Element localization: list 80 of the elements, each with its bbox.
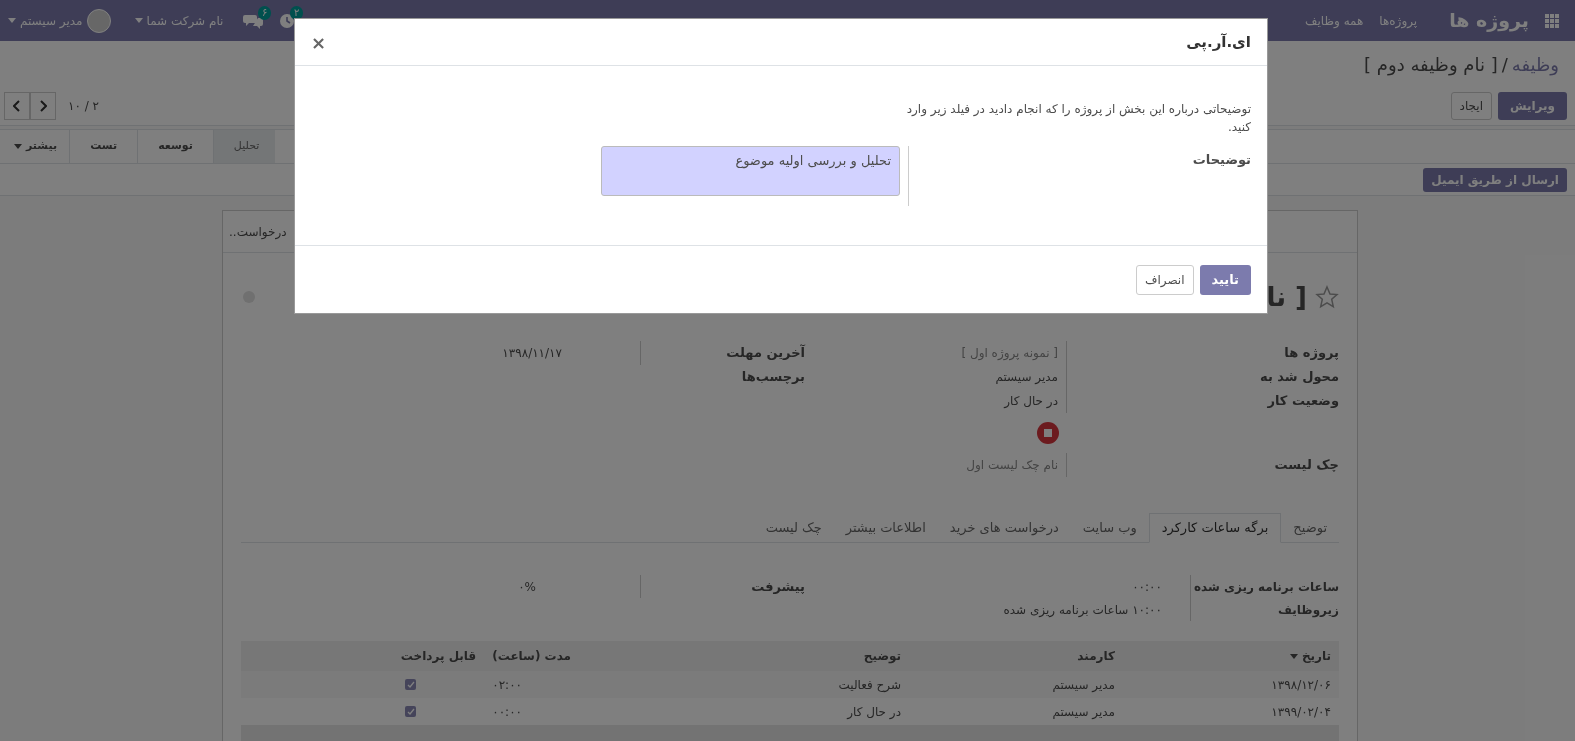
field-link[interactable]: [ نمونه پروژه اول ]	[961, 344, 1058, 362]
menu-link[interactable]: همه وظایف	[1297, 11, 1372, 30]
avatar-icon	[86, 8, 111, 33]
column-header[interactable]: کارمند	[909, 641, 1123, 671]
column-header[interactable]: توضیح	[579, 641, 909, 671]
tab[interactable]: برگه ساعات کارکرد	[1148, 513, 1282, 543]
apps-menu-icon[interactable]	[1545, 13, 1559, 28]
chevron-right-icon	[39, 100, 47, 112]
table-cell: ۱۳۹۸/۱۲/۰۶	[1123, 671, 1339, 698]
stage-button[interactable]: توسعه	[137, 130, 213, 163]
dialog-message: توضیحاتی درباره این بخش از پروژه را که انجام دادید در فیلد زیر وارد کنید.	[905, 101, 1251, 136]
field-label: پروژه ها	[1283, 344, 1339, 363]
task-title: [ نا	[1266, 280, 1307, 314]
stop-icon[interactable]	[1037, 422, 1059, 444]
confirm-button[interactable]: تایید	[1199, 264, 1251, 295]
field-label: چک لیست	[1273, 456, 1339, 475]
field-value: ۰%	[518, 578, 536, 596]
field-value: ۱۳۹۸/۱۱/۱۷	[502, 345, 562, 362]
tab[interactable]: درخواست های خرید	[937, 513, 1071, 543]
billable-checkbox[interactable]	[405, 679, 417, 690]
stage-button[interactable]: تست	[69, 130, 138, 163]
table-cell: شرح فعالیت	[579, 671, 909, 698]
tab[interactable]: چک لیست	[753, 513, 834, 543]
table-cell: ۱۳۹۹/۰۲/۰۴	[1123, 698, 1339, 725]
field-link[interactable]: نام چک لیست اول	[966, 456, 1058, 474]
field-label: برچسب‌ها	[740, 368, 805, 387]
chat-icon	[243, 12, 264, 29]
tab[interactable]: اطلاعات بیشتر	[833, 513, 938, 543]
tab[interactable]: توضیح	[1281, 513, 1339, 543]
company-switcher[interactable]: نام شرکت شما	[122, 11, 236, 30]
caret-icon	[14, 144, 22, 149]
cancel-button[interactable]: انصراف	[1136, 264, 1194, 295]
table-cell: ۰۰:۰۰	[484, 698, 579, 725]
next-button[interactable]	[30, 92, 56, 120]
field-label: ساعات برنامه ریزی شده	[1193, 578, 1339, 596]
stage-button[interactable]: تحلیل	[212, 130, 275, 163]
create-button[interactable]: ایجاد	[1450, 92, 1492, 120]
description-field[interactable]: تحلیل و بررسی اولیه موضوع	[601, 146, 900, 196]
field-value: ۱۰:۰۰ ساعات برنامه ریزی شده	[1003, 601, 1162, 619]
dialog-title: ای.آر.پی	[1186, 31, 1251, 54]
column-header[interactable]: مدت (ساعت)	[484, 641, 579, 671]
field-label: محول شد به	[1259, 368, 1339, 387]
messages-button[interactable]: ۶	[235, 0, 272, 41]
chevron-left-icon	[13, 100, 21, 112]
field-value: ۰۰:۰۰	[1132, 578, 1162, 596]
app-title: پروژه ها	[1449, 8, 1529, 34]
sort-caret-icon	[1289, 653, 1298, 659]
column-header[interactable]: تاریخ	[1123, 641, 1339, 671]
field-value: در حال کار	[1004, 393, 1058, 410]
caret-icon	[134, 18, 143, 23]
breadcrumb-link[interactable]: وظیفه	[1511, 50, 1559, 78]
pager-value: ۲ / ۱۰	[68, 98, 99, 115]
tab[interactable]: وب سایت	[1070, 513, 1149, 543]
table-cell: در حال کار	[579, 698, 909, 725]
table-cell: ۰۲:۰۰	[484, 671, 579, 698]
count-badge: ۶	[258, 6, 272, 20]
table-cell: مدیر سیستم	[909, 698, 1123, 725]
field-label: آخرین مهلت	[725, 343, 805, 363]
field-label: زیروظایف	[1277, 601, 1339, 619]
more-stages-button[interactable]: بیشتر	[2, 130, 70, 163]
billable-checkbox[interactable]	[405, 706, 417, 717]
table-cell: مدیر سیستم	[909, 671, 1123, 698]
close-button[interactable]: ×	[311, 28, 327, 56]
user-menu[interactable]: مدیر سیستم	[0, 8, 123, 33]
caret-icon	[8, 18, 16, 23]
field-value: مدیر سیستم	[995, 369, 1058, 386]
star-icon[interactable]	[1315, 285, 1339, 309]
previous-button[interactable]	[4, 92, 30, 120]
edit-button[interactable]: ویرایش	[1498, 92, 1567, 120]
chatter-hint: درخواست..	[229, 223, 287, 241]
column-header[interactable]: قابل پرداخت	[241, 641, 485, 671]
field-label: پیشرفت	[750, 577, 805, 596]
field-label: توضیحات	[1191, 151, 1251, 169]
table-row[interactable]: ۱۳۹۹/۰۲/۰۴ مدیر سیستم در حال کار ۰۰:۰۰	[241, 698, 1339, 725]
field-label: وضعیت کار	[1266, 392, 1339, 411]
breadcrumb-separator: /	[1501, 52, 1508, 77]
table-row[interactable]: ۱۳۹۸/۱۲/۰۶ مدیر سیستم شرح فعالیت ۰۲:۰۰	[241, 671, 1339, 698]
send-email-button[interactable]: ارسال از طریق ایمیل	[1423, 167, 1567, 192]
menu-link[interactable]: پروژه‌ها	[1371, 11, 1426, 30]
breadcrumb-current: [ نام وظیفه دوم ]	[1364, 52, 1498, 78]
